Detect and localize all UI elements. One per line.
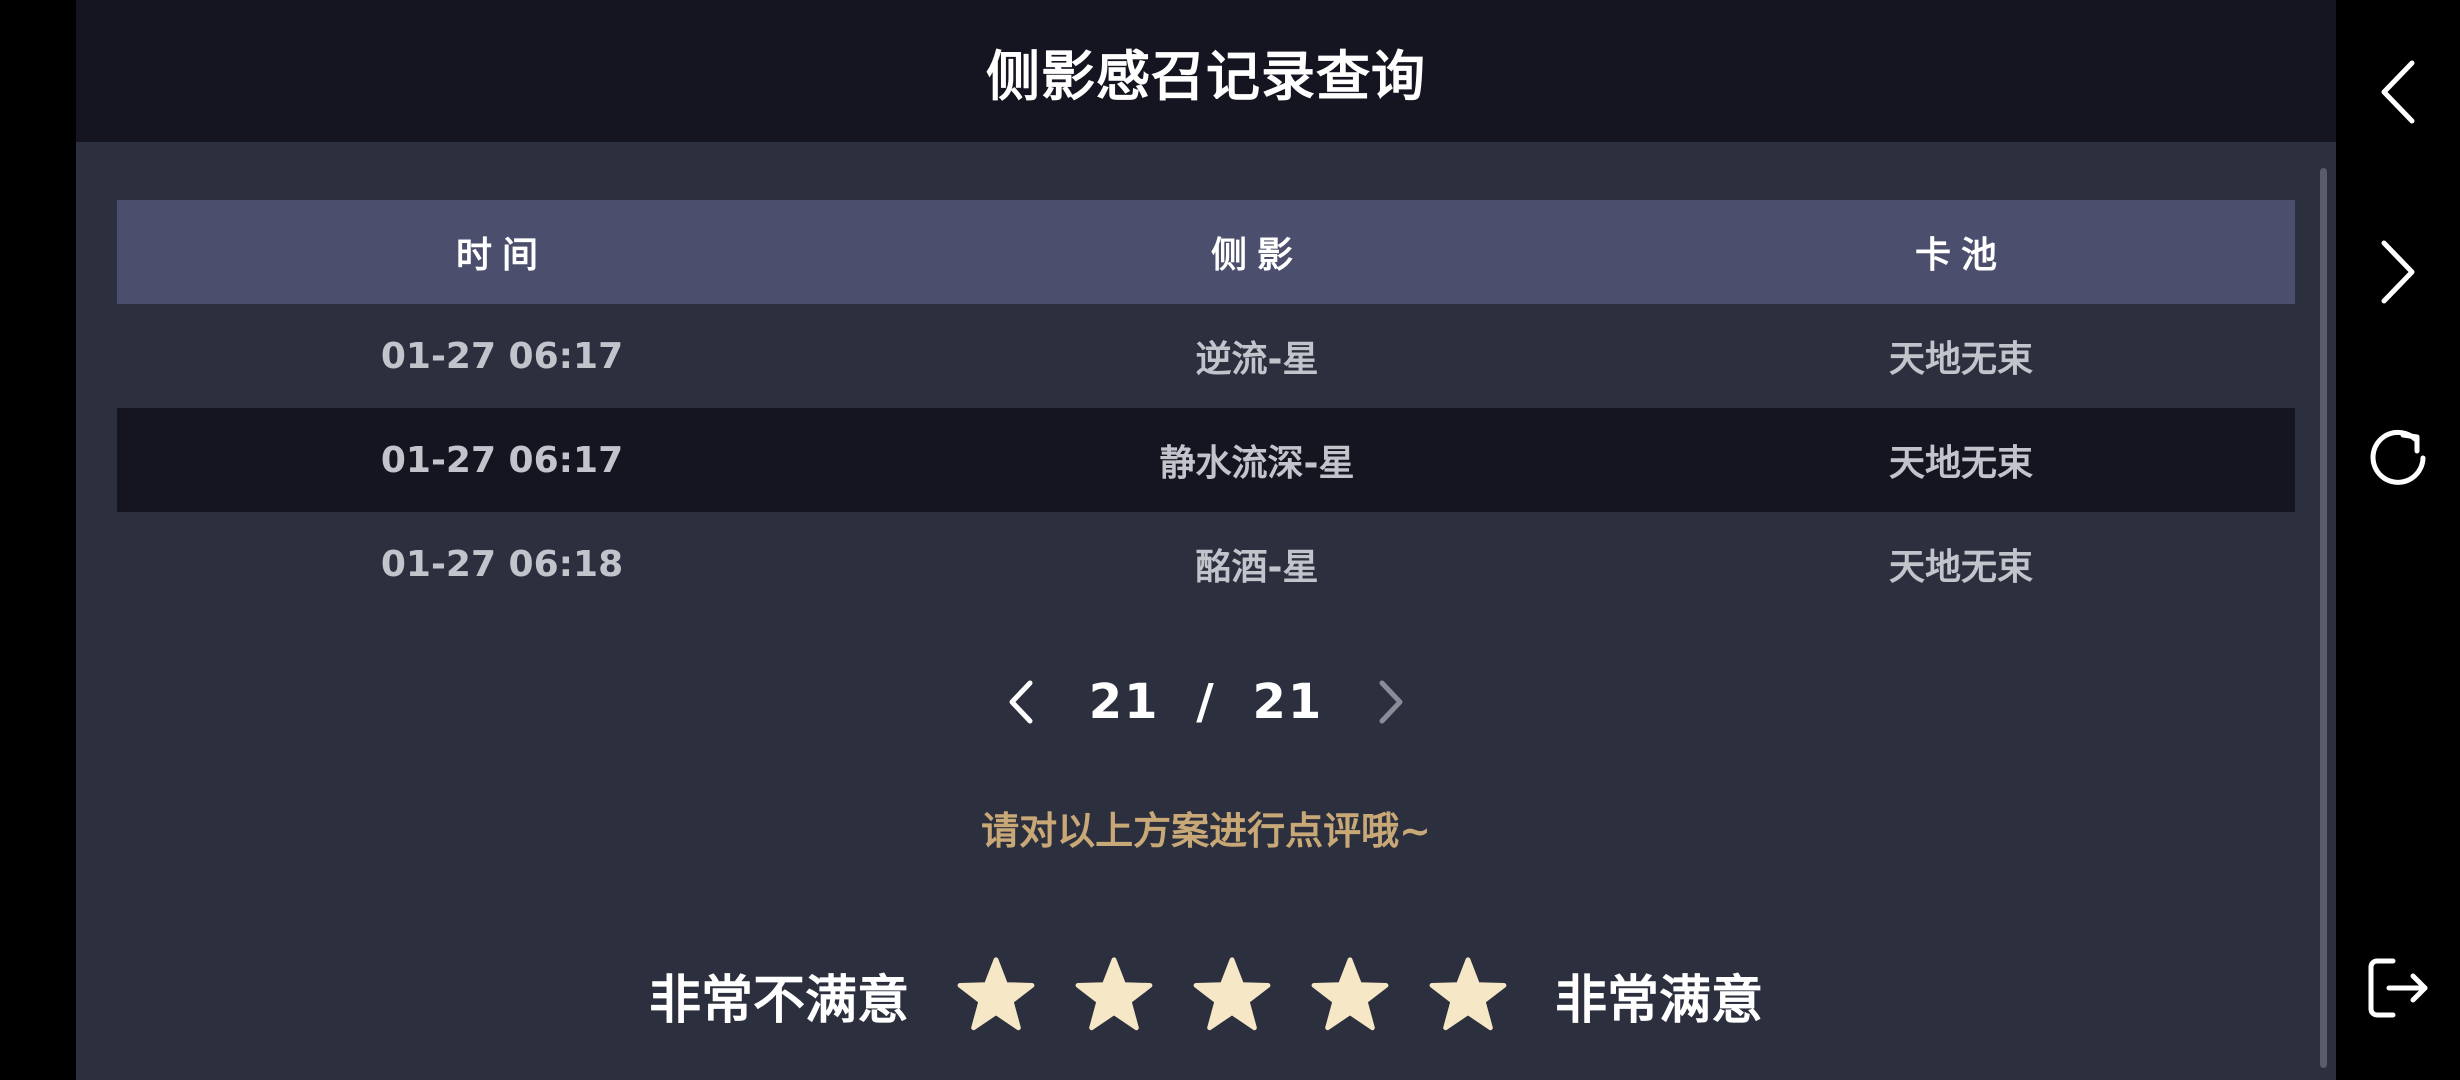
scrollbar[interactable] — [2320, 168, 2327, 1068]
star-5-icon[interactable] — [1428, 955, 1508, 1035]
column-header-pool: 卡池 — [1914, 235, 2007, 276]
table-row: 01-27 06:17 逆流-星 天地无束 — [117, 304, 2295, 408]
prev-page-button[interactable] — [981, 662, 1061, 742]
row-pool: 天地无束 — [1888, 443, 2033, 484]
exit-button[interactable] — [2358, 948, 2438, 1028]
chevron-right-icon — [2381, 240, 2415, 304]
page-separator: / — [1196, 674, 1216, 730]
row-profile: 逆流-星 — [1195, 339, 1319, 380]
record-panel: 侧影感召记录查询 时间 侧影 卡池 01-27 06:17 逆流-星 天地无束 … — [76, 0, 2336, 1080]
row-profile: 酩酒-星 — [1195, 547, 1319, 588]
rating-label-low: 非常不满意 — [648, 970, 909, 1031]
column-header-profile: 侧影 — [1210, 235, 1303, 276]
table-row: 01-27 06:18 酩酒-星 天地无束 — [117, 512, 2295, 616]
refresh-icon — [2370, 429, 2426, 485]
star-rating — [937, 955, 1527, 1035]
exit-icon — [2368, 958, 2428, 1018]
rating-bar: 非常不满意 非常满意 — [76, 950, 2336, 1040]
rating-label-high: 非常满意 — [1555, 970, 1764, 1031]
chevron-left-icon — [2381, 60, 2415, 124]
star-2-icon[interactable] — [1074, 955, 1154, 1035]
column-header-time: 时间 — [455, 235, 548, 276]
row-pool: 天地无束 — [1888, 547, 2033, 588]
star-1-icon[interactable] — [956, 955, 1036, 1035]
table-header: 时间 侧影 卡池 — [117, 200, 2295, 304]
side-toolbar — [2336, 0, 2460, 1080]
page-title: 侧影感召记录查询 — [986, 44, 1426, 108]
pagination: 21 / 21 — [76, 660, 2336, 744]
back-button[interactable] — [2358, 52, 2438, 132]
current-page: 21 — [1088, 674, 1160, 730]
chevron-left-icon — [1009, 680, 1033, 724]
star-3-icon[interactable] — [1192, 955, 1272, 1035]
next-page-button[interactable] — [1351, 662, 1431, 742]
chevron-right-icon — [1379, 680, 1403, 724]
row-pool: 天地无束 — [1888, 339, 2033, 380]
star-4-icon[interactable] — [1310, 955, 1390, 1035]
row-time: 01-27 06:18 — [380, 543, 624, 585]
row-profile: 静水流深-星 — [1159, 443, 1355, 484]
rating-prompt: 请对以上方案进行点评哦~ — [981, 809, 1431, 853]
row-time: 01-27 06:17 — [380, 439, 624, 481]
table-row: 01-27 06:17 静水流深-星 天地无束 — [117, 408, 2295, 512]
forward-button[interactable] — [2358, 232, 2438, 312]
page-indicator: 21 / 21 — [1061, 674, 1351, 730]
refresh-button[interactable] — [2358, 418, 2438, 498]
record-table: 时间 侧影 卡池 01-27 06:17 逆流-星 天地无束 01-27 06:… — [117, 200, 2295, 616]
row-time: 01-27 06:17 — [380, 335, 624, 377]
total-pages: 21 — [1252, 674, 1324, 730]
header-bar: 侧影感召记录查询 — [76, 0, 2336, 142]
